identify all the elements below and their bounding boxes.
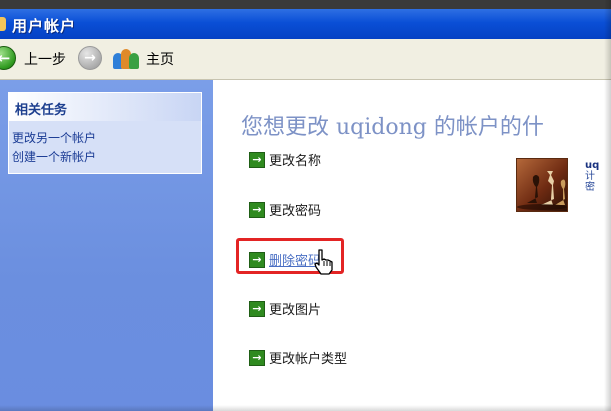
related-tasks-panel: 相关任务 更改另一个帐户 创建一个新帐户: [8, 92, 202, 174]
home-button-label: 主页: [146, 52, 174, 68]
users-icon: [113, 47, 139, 69]
bottom-edge-shadow: [0, 405, 611, 411]
home-button[interactable]: 主页: [113, 46, 183, 70]
back-arrow-icon: ←: [0, 46, 16, 70]
chess-pieces-icon: [517, 171, 567, 210]
right-edge-shadow: [604, 0, 611, 411]
back-button[interactable]: ← 上一步: [0, 46, 72, 70]
hand-cursor-icon: [314, 249, 333, 275]
account-picture: [516, 158, 568, 212]
window-title: 用户帐户: [12, 17, 77, 35]
action-arrow-icon: →: [249, 350, 265, 366]
action-arrow-icon: →: [249, 301, 265, 317]
page-heading: 您想更改 uqidong 的帐户的什: [241, 115, 544, 140]
action-label: 更改帐户类型: [269, 352, 348, 367]
related-tasks-header: 相关任务: [9, 93, 201, 121]
sidebar: 相关任务 更改另一个帐户 创建一个新帐户: [0, 80, 213, 411]
forward-button[interactable]: →: [78, 46, 102, 70]
top-border: [0, 0, 611, 9]
action-label: 更改名称: [269, 154, 322, 169]
toolbar: ← 上一步 → 主页: [0, 39, 611, 80]
title-bar: 用户帐户: [0, 9, 611, 39]
related-tasks-title: 相关任务: [15, 103, 68, 118]
sidebar-link-create-new-account[interactable]: 创建一个新帐户: [12, 148, 96, 165]
main-content: 您想更改 uqidong 的帐户的什 → 更改名称 → 更改密码 → 删除密码 …: [213, 80, 611, 411]
action-label: 更改密码: [269, 204, 322, 219]
action-label: 更改图片: [269, 303, 322, 318]
user-accounts-window: 用户帐户 ← 上一步 → 主页 相关任务 更改另一个帐户 创建一个新帐户 您想更…: [0, 0, 611, 411]
action-arrow-icon: →: [249, 202, 265, 218]
user-accounts-app-icon: [0, 17, 6, 31]
forward-arrow-icon: →: [78, 46, 102, 70]
back-button-label: 上一步: [24, 52, 66, 68]
sidebar-link-change-another-account[interactable]: 更改另一个帐户: [12, 129, 96, 146]
action-arrow-icon: →: [249, 152, 265, 168]
